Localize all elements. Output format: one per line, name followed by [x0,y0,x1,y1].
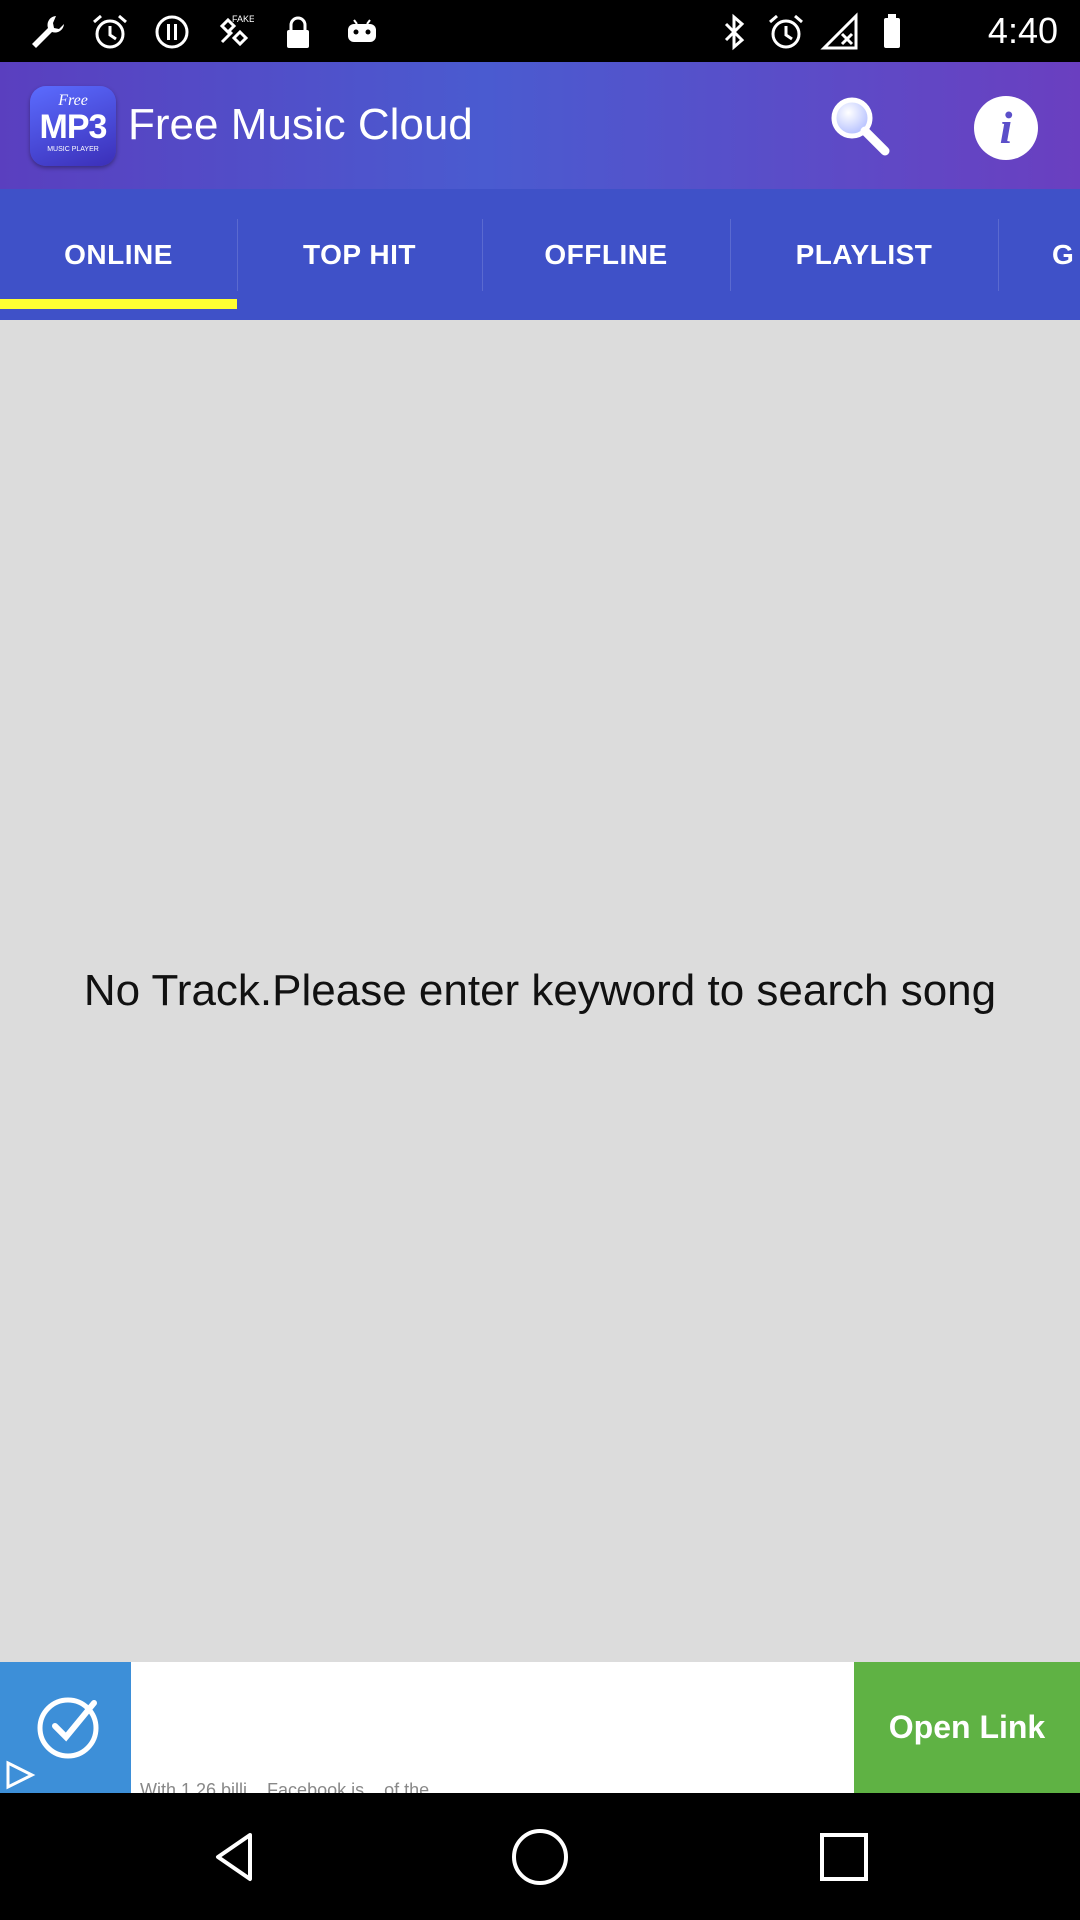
record-icon [152,14,192,50]
info-button[interactable]: i [974,96,1038,160]
tab-label: ONLINE [64,238,173,270]
tab-indicator [0,299,237,309]
logo-line2: MP3 [39,108,108,146]
tab-label: TOP HIT [303,238,416,270]
recents-icon [820,1833,868,1881]
open-link-button[interactable]: Open Link [854,1662,1080,1793]
app-bar: Free MP3 MUSIC PLAYER Free Music Cloud i [0,62,1080,189]
battery-icon [872,14,912,50]
tab-partial[interactable]: G [1052,189,1080,320]
ad-text: With 1.26 billi... Facebook is... of the [140,1780,430,1793]
lock-icon [278,14,318,50]
tab-top-hit[interactable]: TOP HIT [237,189,482,320]
app-logo: Free MP3 MUSIC PLAYER [30,86,116,166]
tab-label: OFFLINE [544,238,668,270]
empty-state-message: No Track.Please enter keyword to search … [83,966,997,1015]
ad-play-icon[interactable] [0,1757,42,1793]
track-list-area: No Track.Please enter keyword to search … [0,320,1080,1662]
bluetooth-icon [714,13,754,51]
tab-offline[interactable]: OFFLINE [482,189,730,320]
home-button[interactable] [498,1815,582,1899]
fake-gps-icon: FAKE [214,14,254,50]
home-icon [512,1829,568,1885]
svg-text:FAKE: FAKE [232,14,254,24]
tab-label: G [1052,238,1075,270]
tab-playlist[interactable]: PLAYLIST [730,189,998,320]
logo-line3: MUSIC PLAYER [47,146,99,153]
no-signal-icon [820,12,860,50]
recents-button[interactable] [802,1815,886,1899]
status-bar: FAKE 4:40 [0,0,1080,62]
android-icon [342,14,382,50]
alarm-icon [90,14,130,50]
info-icon: i [999,102,1013,153]
tab-label: PLAYLIST [795,238,933,270]
navigation-bar [0,1793,1080,1920]
tab-bar: ONLINE TOP HIT OFFLINE PLAYLIST G [0,189,1080,320]
search-button[interactable] [826,92,892,158]
ad-banner[interactable]: With 1.26 billi... Facebook is... of the… [0,1662,1080,1793]
wrench-icon [26,14,66,50]
page-title: Free Music Cloud [128,100,473,149]
search-icon [831,97,890,156]
status-time: 4:40 [987,10,1058,51]
back-icon [216,1833,252,1881]
back-button[interactable] [194,1815,278,1899]
alarm-icon [766,14,806,50]
tab-divider [998,219,999,291]
